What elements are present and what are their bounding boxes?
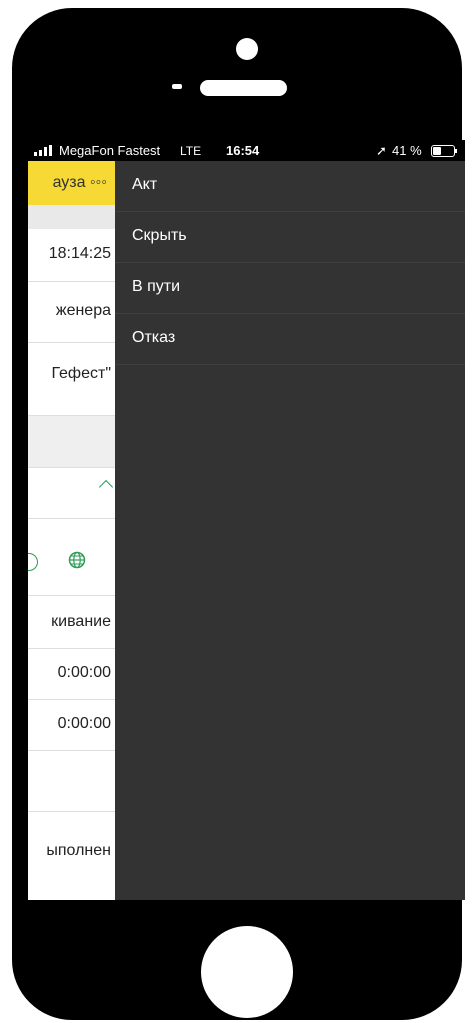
home-button[interactable]	[201, 926, 293, 1018]
menu-item-refuse[interactable]: Отказ	[115, 314, 465, 365]
field-value: ыполнен	[46, 842, 111, 859]
background-app: ауза ◦◦◦ 18:14:25 женера Гефест" кивание…	[28, 161, 115, 900]
section-band	[28, 416, 115, 468]
menu-item-in-transit[interactable]: В пути	[115, 263, 465, 314]
network-type: LTE	[180, 144, 202, 158]
field-value: женера	[55, 302, 111, 319]
collapse-row[interactable]	[28, 468, 115, 519]
action-menu: Акт Скрыть В пути Отказ	[115, 161, 465, 900]
signal-icon	[34, 145, 54, 156]
field-value: 18:14:25	[48, 245, 111, 262]
empty-row	[28, 751, 115, 812]
field-row[interactable]: женера	[28, 282, 115, 343]
field-row[interactable]: 0:00:00	[28, 700, 115, 751]
menu-item-label: В пути	[132, 278, 181, 295]
menu-item-label: Скрыть	[132, 227, 187, 244]
field-row[interactable]: 0:00:00	[28, 649, 115, 700]
field-row[interactable]: кивание	[28, 596, 115, 649]
front-camera	[236, 38, 258, 60]
circle-icon[interactable]	[28, 553, 38, 571]
screen: MegaFon Fastest LTE 16:54 ➚ 41 % ауза ◦◦…	[28, 140, 465, 900]
menu-item-label: Акт	[132, 176, 158, 193]
carrier-name: MegaFon Fastest	[59, 143, 161, 158]
battery-icon	[431, 145, 457, 157]
battery-percent: 41 %	[392, 143, 422, 158]
field-value: 0:00:00	[57, 664, 111, 681]
proximity-sensor	[172, 84, 182, 89]
field-value: 0:00:00	[57, 715, 111, 732]
earpiece-speaker	[200, 80, 287, 96]
location-icon: ➚	[376, 143, 387, 158]
menu-item-hide[interactable]: Скрыть	[115, 212, 465, 263]
globe-icon[interactable]	[68, 551, 86, 569]
status-bar: MegaFon Fastest LTE 16:54 ➚ 41 %	[28, 140, 465, 161]
field-row[interactable]: 18:14:25	[28, 229, 115, 282]
action-icons-row	[28, 519, 115, 596]
field-row[interactable]: Гефест"	[28, 343, 115, 416]
chevron-up-icon[interactable]	[98, 479, 114, 495]
section-band	[28, 205, 115, 229]
clock: 16:54	[226, 143, 260, 158]
field-row[interactable]: ыполнен	[28, 812, 115, 900]
field-value: кивание	[51, 613, 111, 630]
app-header-title[interactable]: ауза ◦◦◦	[53, 174, 107, 192]
menu-item-act[interactable]: Акт	[115, 161, 465, 212]
menu-item-label: Отказ	[132, 329, 176, 346]
field-value: Гефест"	[51, 365, 111, 382]
app-header: ауза ◦◦◦	[28, 161, 115, 205]
